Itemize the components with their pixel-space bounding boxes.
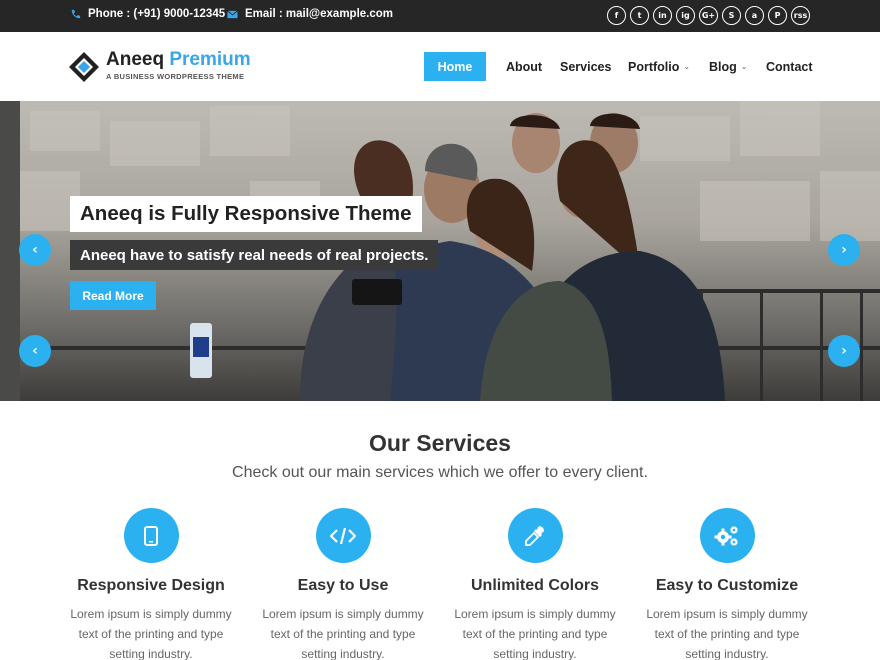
service-name: Responsive Design xyxy=(77,577,225,594)
nav-blog-label: Blog xyxy=(709,59,737,74)
code-icon xyxy=(330,527,356,544)
read-more-button[interactable]: Read More xyxy=(70,281,156,310)
nav-services-label: Services xyxy=(560,59,612,74)
logo-name-accent: Premium xyxy=(169,49,251,70)
service-name: Easy to Customize xyxy=(655,577,799,594)
service-description: Lorem ipsum is simply dummy text of the … xyxy=(646,607,808,660)
rss-icon[interactable]: rss xyxy=(791,6,810,25)
service-icon-circle xyxy=(507,508,563,563)
email-contact[interactable]: Email : mail@example.com xyxy=(227,8,393,20)
slider-prev-button[interactable]: ‹ xyxy=(19,335,51,367)
slider-prev-button[interactable]: ‹ xyxy=(19,234,51,266)
nav-contact[interactable]: Contact xyxy=(766,52,813,81)
chevron-left-icon: ‹ xyxy=(32,343,38,359)
nav-about-label: About xyxy=(506,59,543,74)
site-logo[interactable]: Aneeq Premium xyxy=(106,49,251,71)
service-icon-circle xyxy=(123,508,179,563)
chevron-left-icon: ‹ xyxy=(32,242,38,258)
gears-icon xyxy=(714,525,738,546)
google-plus-icon[interactable]: G+ xyxy=(699,6,718,25)
eyedropper-icon xyxy=(525,525,544,546)
android-icon[interactable]: a xyxy=(745,6,764,25)
hero-title: Aneeq is Fully Responsive Theme xyxy=(70,196,422,232)
mobile-icon xyxy=(144,525,158,546)
services-subtitle: Check out our main services which we off… xyxy=(232,464,648,481)
nav-contact-label: Contact xyxy=(766,59,813,74)
chevron-down-icon: ⌄ xyxy=(683,62,691,71)
pinterest-icon[interactable]: P xyxy=(768,6,787,25)
skype-icon[interactable]: S xyxy=(722,6,741,25)
nav-home-label: Home xyxy=(437,59,473,74)
service-card-responsive: Responsive Design Lorem ipsum is simply … xyxy=(56,508,246,660)
top-bar: Phone : (+91) 9000-12345 Email : mail@ex… xyxy=(0,0,880,32)
service-icon-circle xyxy=(315,508,371,563)
service-card-customize: Easy to Customize Lorem ipsum is simply … xyxy=(632,508,822,660)
twitter-icon[interactable]: t xyxy=(630,6,649,25)
nav-services[interactable]: Services xyxy=(560,52,611,81)
phone-icon xyxy=(71,9,81,18)
email-text: Email : mail@example.com xyxy=(245,8,393,20)
service-icon-circle xyxy=(699,508,755,563)
slider-next-button[interactable]: › xyxy=(828,335,860,367)
logo-name: Aneeq xyxy=(106,49,165,70)
phone-text: Phone : (+91) 9000-12345 xyxy=(88,8,226,20)
service-card-colors: Unlimited Colors Lorem ipsum is simply d… xyxy=(440,508,630,660)
envelope-icon xyxy=(227,9,238,18)
chevron-right-icon: › xyxy=(841,242,847,258)
nav-portfolio-label: Portfolio xyxy=(628,59,680,74)
phone-contact[interactable]: Phone : (+91) 9000-12345 xyxy=(70,8,225,20)
chevron-right-icon: › xyxy=(841,343,847,359)
logo-tagline: A BUSINESS WORDPREESS THEME xyxy=(106,72,245,81)
service-name: Unlimited Colors xyxy=(470,577,599,594)
chevron-down-icon: ⌄ xyxy=(740,62,748,71)
slider-next-button[interactable]: › xyxy=(828,234,860,266)
service-card-easy-use: Easy to Use Lorem ipsum is simply dummy … xyxy=(248,508,438,660)
social-links: f t in ig G+ S a P rss xyxy=(607,6,810,25)
nav-about[interactable]: About xyxy=(506,52,542,81)
logo-diamond-icon[interactable] xyxy=(68,51,100,83)
hero-subtitle: Aneeq have to satisfy real needs of real… xyxy=(70,240,439,270)
nav-home[interactable]: Home xyxy=(424,52,486,81)
services-title: Our Services xyxy=(369,430,511,456)
nav-portfolio[interactable]: Portfolio ⌄ xyxy=(628,52,690,81)
service-description: Lorem ipsum is simply dummy text of the … xyxy=(262,607,424,660)
instagram-icon[interactable]: ig xyxy=(676,6,695,25)
linkedin-icon[interactable]: in xyxy=(653,6,672,25)
service-name: Easy to Use xyxy=(297,577,389,594)
service-description: Lorem ipsum is simply dummy text of the … xyxy=(70,607,232,660)
service-description: Lorem ipsum is simply dummy text of the … xyxy=(454,607,616,660)
facebook-icon[interactable]: f xyxy=(607,6,626,25)
nav-blog[interactable]: Blog ⌄ xyxy=(709,52,747,81)
